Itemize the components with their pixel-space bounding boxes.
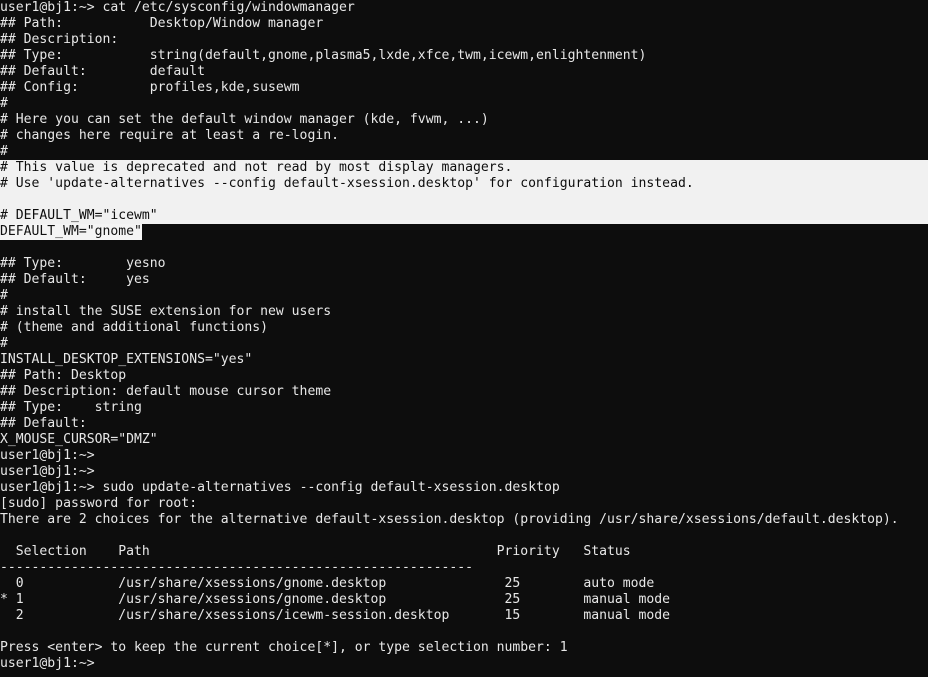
- terminal-line-command-update-alternatives: user1@bj1:~> sudo update-alternatives --…: [0, 480, 928, 496]
- terminal-window[interactable]: user1@bj1:~> cat /etc/sysconfig/windowma…: [0, 0, 928, 677]
- command-text: cat /etc/sysconfig/windowmanager: [102, 0, 355, 15]
- file-line-comment-changes: # changes here require at least a re-log…: [0, 128, 339, 143]
- file-line-install-desktop-extensions: INSTALL_DESKTOP_EXTENSIONS="yes": [0, 352, 253, 367]
- file-line-path-desktop: ## Path: Desktop: [0, 368, 127, 383]
- file-line-config: ## Config: profiles,kde,susewm: [0, 80, 300, 95]
- shell-prompt-final: user1@bj1:~>: [0, 656, 95, 671]
- file-line-comment-hash-4: #: [0, 336, 8, 351]
- file-line-comment-theme: # (theme and additional functions): [0, 320, 269, 335]
- shell-prompt-idle-2: user1@bj1:~>: [0, 464, 95, 479]
- highlighted-line-deprecated[interactable]: # This value is deprecated and not read …: [0, 160, 928, 176]
- shell-prompt-idle-1: user1@bj1:~>: [0, 448, 95, 463]
- terminal-line-command-cat: user1@bj1:~> cat /etc/sysconfig/windowma…: [0, 0, 928, 16]
- blank-line-before-table: [0, 528, 928, 544]
- file-line-default: ## Default: default: [0, 64, 205, 79]
- shell-prompt: user1@bj1:~>: [0, 0, 95, 15]
- file-line-description: ## Description:: [0, 32, 119, 47]
- highlighted-line-blank[interactable]: [0, 192, 928, 208]
- spacer-2: [95, 480, 103, 495]
- file-line-x-mouse-cursor: X_MOUSE_CURSOR="DMZ": [0, 432, 158, 447]
- table-row[interactable]: 0 /usr/share/xsessions/gnome.desktop 25 …: [0, 576, 928, 592]
- file-line-type-string: ## Type: string: [0, 400, 142, 415]
- alternatives-intro-text: There are 2 choices for the alternative …: [0, 512, 899, 527]
- marked-line-default-wm-gnome[interactable]: DEFAULT_WM="gnome": [0, 224, 928, 240]
- shell-prompt-2: user1@bj1:~>: [0, 480, 95, 495]
- file-line-comment-here: # Here you can set the default window ma…: [0, 112, 489, 127]
- file-line-type: ## Type: string(default,gnome,plasma5,lx…: [0, 48, 647, 63]
- highlighted-line-use-update-alternatives[interactable]: # Use 'update-alternatives --config defa…: [0, 176, 928, 192]
- file-line-comment-hash-3: #: [0, 288, 8, 303]
- blank-line-after-table: [0, 624, 928, 640]
- file-line-comment-hash-1: #: [0, 96, 8, 111]
- highlighted-line-default-wm-icewm[interactable]: # DEFAULT_WM="icewm": [0, 208, 928, 224]
- file-line-comment-install-suse: # install the SUSE extension for new use…: [0, 304, 332, 319]
- file-line-default-yes: ## Default: yes: [0, 272, 150, 287]
- file-line-type-yesno: ## Type: yesno: [0, 256, 166, 271]
- command-text-2: sudo update-alternatives --config defaul…: [102, 480, 560, 495]
- marked-line-text: DEFAULT_WM="gnome": [0, 224, 142, 240]
- table-row[interactable]: * 1 /usr/share/xsessions/gnome.desktop 2…: [0, 592, 928, 608]
- alternatives-table-separator: ----------------------------------------…: [0, 560, 473, 575]
- table-row[interactable]: 2 /usr/share/xsessions/icewm-session.des…: [0, 608, 928, 624]
- file-line-blank-1: [0, 240, 928, 256]
- file-line-path: ## Path: Desktop/Window manager: [0, 16, 324, 31]
- file-line-comment-hash-2: #: [0, 144, 8, 159]
- sudo-password-prompt: [sudo] password for root:: [0, 496, 198, 511]
- file-line-default-empty: ## Default:: [0, 416, 87, 431]
- alternatives-choice-prompt: Press <enter> to keep the current choice…: [0, 640, 568, 655]
- terminal-screen[interactable]: user1@bj1:~> cat /etc/sysconfig/windowma…: [0, 0, 928, 672]
- file-line-description-cursor: ## Description: default mouse cursor the…: [0, 384, 332, 399]
- alternatives-table-header: Selection Path Priority Status: [0, 544, 631, 559]
